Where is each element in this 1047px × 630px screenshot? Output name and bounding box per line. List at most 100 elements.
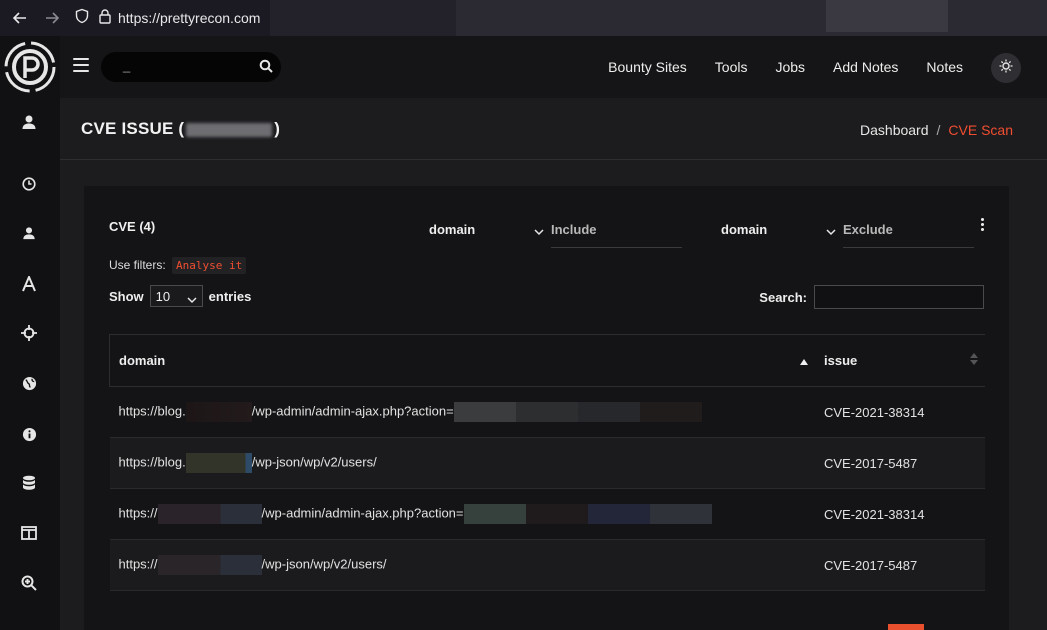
table-search: Search: bbox=[759, 285, 984, 309]
include-field-value: domain bbox=[429, 222, 476, 237]
redacted-target-name bbox=[186, 122, 273, 137]
breadcrumb-separator: / bbox=[936, 122, 941, 138]
sort-asc-icon bbox=[799, 354, 809, 369]
entries-select[interactable]: 10 bbox=[149, 285, 203, 307]
sidebar bbox=[0, 36, 60, 630]
top-navbar: _ Bounty Sites Tools Jobs Add Notes Note… bbox=[60, 36, 1047, 98]
column-label-issue: issue bbox=[824, 353, 858, 368]
table-row: https://blog. /wp-json/wp/v2/users/ CVE-2… bbox=[109, 437, 985, 489]
page-title: CVE ISSUE () bbox=[81, 119, 280, 139]
page-title-suffix: ) bbox=[274, 119, 281, 138]
redacted-domain bbox=[157, 555, 262, 575]
entries-value: 10 bbox=[155, 289, 171, 304]
tab-strip bbox=[456, 0, 1047, 36]
pagination-current-button[interactable] bbox=[888, 624, 924, 630]
database-icon[interactable] bbox=[18, 472, 40, 494]
chevron-down-icon bbox=[534, 224, 544, 239]
search-placeholder: _ bbox=[123, 58, 131, 73]
sun-icon bbox=[999, 59, 1013, 78]
domain-path: /wp-json/wp/v2/users/ bbox=[261, 556, 387, 572]
exclude-field-value: domain bbox=[721, 222, 768, 237]
card-title: CVE (4) bbox=[109, 219, 156, 234]
redacted-action bbox=[453, 402, 702, 422]
redacted-domain bbox=[185, 402, 252, 422]
analyse-it-link[interactable]: Analyse it bbox=[172, 257, 247, 274]
redacted-action bbox=[463, 504, 712, 524]
exclude-input[interactable]: Exclude bbox=[843, 213, 974, 248]
nav-add-notes[interactable]: Add Notes bbox=[833, 59, 898, 75]
address-bar-fill bbox=[270, 0, 456, 36]
global-search-input[interactable]: _ bbox=[101, 52, 281, 82]
columns-icon[interactable] bbox=[18, 522, 40, 544]
shield-icon[interactable] bbox=[74, 8, 90, 29]
url-field[interactable]: https://prettyrecon.com bbox=[118, 10, 260, 26]
nav-notes[interactable]: Notes bbox=[926, 59, 963, 75]
table-header-row: domain issue bbox=[109, 334, 985, 387]
show-label: Show bbox=[109, 288, 144, 304]
include-placeholder: Include bbox=[551, 222, 597, 237]
info-icon[interactable] bbox=[18, 423, 40, 445]
domain-prefix: https:// bbox=[118, 505, 158, 521]
column-header-domain[interactable]: domain bbox=[109, 334, 815, 387]
browser-tab[interactable] bbox=[826, 0, 948, 32]
issue-cell: CVE-2021-38314 bbox=[815, 488, 985, 540]
issue-cell: CVE-2017-5487 bbox=[815, 539, 985, 591]
nav-jobs[interactable]: Jobs bbox=[775, 59, 805, 75]
nav-bounty-sites[interactable]: Bounty Sites bbox=[608, 59, 687, 75]
search-label: Search: bbox=[759, 289, 807, 305]
domain-prefix: https://blog. bbox=[118, 403, 186, 419]
include-input[interactable]: Include bbox=[551, 213, 682, 248]
domain-cell[interactable]: https:// /wp-json/wp/v2/users/ bbox=[109, 539, 815, 591]
cve-table: domain issue https://blog. /wp-admin/admi… bbox=[109, 334, 985, 591]
chevron-down-icon bbox=[187, 292, 197, 307]
domain-prefix: https:// bbox=[118, 556, 158, 572]
users-icon[interactable] bbox=[18, 222, 40, 244]
nav-tools[interactable]: Tools bbox=[715, 59, 748, 75]
chevron-down-icon bbox=[826, 224, 836, 239]
crosshairs-icon[interactable] bbox=[18, 322, 40, 344]
theme-toggle-button[interactable] bbox=[991, 53, 1021, 83]
page-title-prefix: CVE ISSUE ( bbox=[81, 119, 185, 138]
table-row: https://blog. /wp-admin/admin-ajax.php?ac… bbox=[109, 386, 985, 438]
table-row: https:// /wp-admin/admin-ajax.php?action=… bbox=[109, 488, 985, 540]
search-icon[interactable] bbox=[259, 59, 273, 78]
entries-label: entries bbox=[208, 288, 252, 304]
domain-path: /wp-json/wp/v2/users/ bbox=[251, 454, 377, 470]
font-icon[interactable] bbox=[18, 273, 40, 295]
domain-prefix: https://blog. bbox=[118, 454, 186, 470]
hamburger-menu-icon[interactable] bbox=[73, 58, 89, 72]
cve-card: CVE (4) domain Include domain Exclude Us… bbox=[84, 186, 1009, 630]
domain-cell[interactable]: https://blog. /wp-admin/admin-ajax.php?ac… bbox=[109, 386, 815, 438]
page-header: CVE ISSUE () Dashboard / CVE Scan bbox=[60, 98, 1047, 160]
breadcrumb-cve-scan: CVE Scan bbox=[948, 122, 1013, 138]
redacted-domain bbox=[185, 453, 252, 473]
issue-cell: CVE-2021-38314 bbox=[815, 386, 985, 438]
include-field-select[interactable]: domain bbox=[429, 222, 544, 237]
sort-both-icon bbox=[969, 352, 979, 369]
back-arrow-icon[interactable] bbox=[8, 6, 32, 30]
table-search-input[interactable] bbox=[814, 285, 984, 309]
entries-length-control: Show 10 entries bbox=[109, 285, 251, 307]
breadcrumb-dashboard[interactable]: Dashboard bbox=[860, 122, 929, 138]
logo-icon[interactable] bbox=[0, 36, 60, 98]
exclude-field-select[interactable]: domain bbox=[721, 222, 836, 237]
user-icon[interactable] bbox=[18, 111, 40, 133]
breadcrumb: Dashboard / CVE Scan bbox=[860, 122, 1013, 138]
issue-cell: CVE-2017-5487 bbox=[815, 437, 985, 489]
use-filters-label: Use filters: bbox=[109, 258, 166, 272]
exclude-placeholder: Exclude bbox=[843, 222, 893, 237]
domain-path: /wp-admin/admin-ajax.php?action= bbox=[261, 505, 464, 521]
column-label-domain: domain bbox=[119, 353, 166, 368]
column-header-issue[interactable]: issue bbox=[815, 334, 985, 387]
lock-icon[interactable] bbox=[98, 8, 112, 29]
domain-path: /wp-admin/admin-ajax.php?action= bbox=[251, 403, 454, 419]
forward-arrow-icon[interactable] bbox=[40, 6, 64, 30]
globe-icon[interactable] bbox=[18, 372, 40, 394]
domain-cell[interactable]: https://blog. /wp-json/wp/v2/users/ bbox=[109, 437, 815, 489]
clock-icon[interactable] bbox=[18, 173, 40, 195]
domain-cell[interactable]: https:// /wp-admin/admin-ajax.php?action= bbox=[109, 488, 815, 540]
more-options-icon[interactable] bbox=[981, 218, 985, 233]
search-plus-icon[interactable] bbox=[18, 572, 40, 594]
table-row: https:// /wp-json/wp/v2/users/ CVE-2017-5… bbox=[109, 539, 985, 591]
use-filters: Use filters: Analyse it bbox=[109, 257, 247, 274]
